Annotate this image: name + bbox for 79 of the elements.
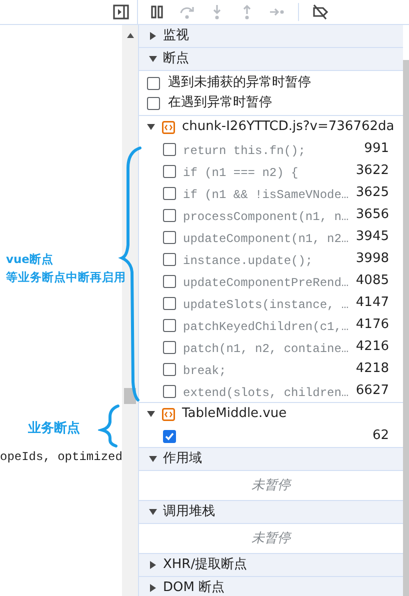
checkbox[interactable]: [163, 164, 176, 178]
file-row[interactable]: chunk-I26YTTCD.js?v=736762da: [139, 116, 403, 138]
checkbox[interactable]: [147, 76, 160, 90]
checkbox[interactable]: [163, 340, 176, 354]
line-number: 6627: [356, 382, 389, 400]
checkbox[interactable]: [163, 230, 176, 244]
deactivate-breakpoints-icon[interactable]: [311, 3, 329, 21]
section-header[interactable]: 监视: [139, 25, 403, 48]
option-label: 遇到未捕获的异常时暂停: [168, 74, 311, 92]
file-row[interactable]: TableMiddle.vue: [139, 403, 403, 425]
checkbox[interactable]: [163, 296, 176, 310]
section-header[interactable]: 断点: [139, 48, 403, 71]
checkbox[interactable]: [163, 208, 176, 222]
expanded-arrow-icon[interactable]: [147, 410, 155, 418]
section-title: XHR/提取断点: [163, 556, 248, 574]
line-number: 4085: [356, 272, 389, 290]
line-number: 4216: [356, 338, 389, 356]
section-header[interactable]: XHR/提取断点: [139, 554, 403, 577]
checkbox[interactable]: [163, 384, 176, 398]
line-number: 4176: [356, 316, 389, 334]
line-number: 3622: [356, 162, 389, 180]
code-line: opeIds, optimized: [0, 450, 122, 464]
section-header[interactable]: 调用堆栈: [139, 501, 403, 524]
expanded-arrow-icon[interactable]: [149, 508, 157, 516]
section-title: 调用堆栈: [163, 503, 215, 522]
checkbox[interactable]: [163, 318, 176, 332]
section-title: 监视: [163, 27, 189, 46]
expanded-arrow-icon[interactable]: [147, 123, 155, 131]
collapsed-arrow-icon[interactable]: [149, 561, 157, 569]
file-icon: [162, 408, 175, 420]
option-label: 在遇到异常时暂停: [168, 94, 272, 112]
section-title: DOM 断点: [163, 579, 225, 596]
breakpoint-code: if (n1 && !isSameVNode…: [183, 188, 349, 202]
breakpoint-code: return this.fn();: [183, 144, 306, 158]
section-header[interactable]: DOM 断点: [139, 577, 403, 596]
collapsed-arrow-icon[interactable]: [149, 584, 157, 592]
breakpoint-code: updateComponentPreRend…: [183, 276, 349, 290]
status-message: 未暂停: [252, 476, 290, 495]
collapsed-arrow-icon[interactable]: [149, 32, 157, 40]
annotation-text: vue断点: [6, 251, 54, 268]
line-number: 4218: [356, 360, 389, 378]
line-number: 3625: [356, 184, 389, 202]
expanded-arrow-icon[interactable]: [149, 455, 157, 463]
line-number: 3998: [356, 250, 389, 268]
breakpoint-code: extend(slots, children…: [183, 386, 349, 400]
line-number: 4147: [356, 294, 389, 312]
line-number: 62: [372, 427, 389, 446]
breakpoint-code: patch(n1, n2, containe…: [183, 342, 349, 356]
checkbox[interactable]: [163, 362, 176, 376]
file-name: TableMiddle.vue: [182, 405, 287, 424]
breakpoint-code: updateSlots(instance, …: [183, 298, 349, 312]
annotation-text: 等业务断点中断再启用: [6, 269, 126, 286]
section-header[interactable]: 作用域: [139, 448, 403, 471]
breakpoint-code: break;: [183, 364, 226, 378]
scrollbar-thumb[interactable]: [403, 60, 409, 596]
checkbox[interactable]: [147, 96, 160, 110]
breakpoint-code: patchKeyedChildren(c1,…: [183, 320, 349, 334]
file-icon: [162, 120, 175, 134]
annotation-text: 业务断点: [28, 420, 80, 438]
sidebar-toggle-icon[interactable]: [112, 3, 130, 21]
checkbox[interactable]: [163, 186, 176, 200]
scroll-up-icon[interactable]: [126, 33, 134, 38]
line-number: 3656: [356, 206, 389, 224]
checkbox[interactable]: [163, 430, 176, 442]
line-number: 3945: [356, 228, 389, 246]
checkbox[interactable]: [163, 252, 176, 266]
section-title: 断点: [163, 50, 189, 68]
breakpoint-code: instance.update();: [183, 254, 313, 268]
pause-icon[interactable]: [148, 3, 166, 21]
breakpoint-code: if (n1 === n2) {: [183, 166, 298, 180]
status-message: 未暂停: [252, 530, 290, 548]
breakpoint-code: processComponent(n1, n…: [183, 210, 349, 224]
section-title: 作用域: [163, 450, 202, 468]
line-number: 991: [364, 140, 389, 158]
file-name: chunk-I26YTTCD.js?v=736762da: [182, 118, 394, 136]
expanded-arrow-icon[interactable]: [149, 55, 157, 63]
checkbox[interactable]: [163, 142, 176, 156]
checkbox[interactable]: [163, 274, 176, 288]
breakpoint-code: updateComponent(n1, n2…: [183, 232, 349, 246]
